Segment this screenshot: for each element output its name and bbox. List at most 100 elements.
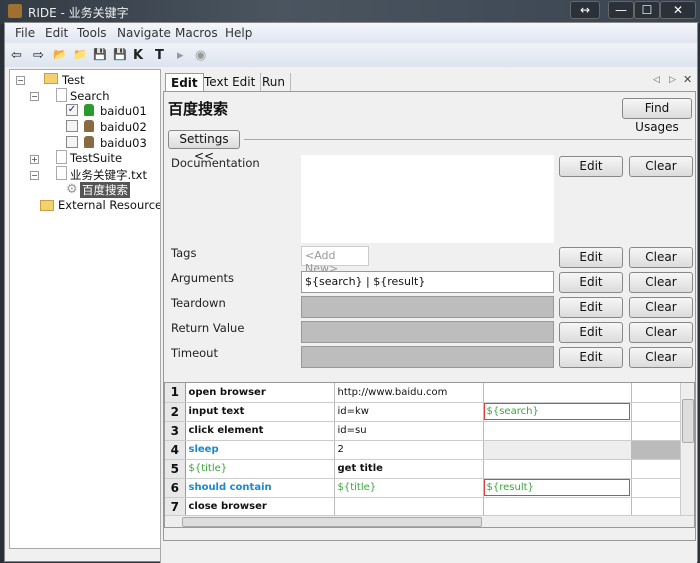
- grid-row: 3 click element id=su: [165, 421, 682, 441]
- expand-icon[interactable]: +: [30, 155, 39, 164]
- timeout-edit-button[interactable]: Edit: [559, 347, 623, 368]
- run-icon[interactable]: ▸: [177, 48, 184, 63]
- tab-close-icon[interactable]: ✕: [683, 73, 692, 86]
- timeout-clear-button[interactable]: Clear: [629, 347, 693, 368]
- tags-edit-button[interactable]: Edit: [559, 247, 623, 268]
- grid-cell[interactable]: get title: [334, 459, 484, 479]
- scrollbar-thumb[interactable]: [682, 399, 694, 443]
- grid-cell[interactable]: [631, 478, 682, 498]
- tree-node-test[interactable]: Test: [62, 73, 85, 87]
- grid-cell[interactable]: ${title}: [185, 459, 335, 479]
- minimize-button[interactable]: —: [608, 1, 634, 19]
- menu-macros[interactable]: Macros: [175, 26, 218, 40]
- timeout-field[interactable]: [301, 346, 554, 368]
- return-value-label: Return Value: [171, 321, 245, 335]
- gear-icon: ⚙: [66, 182, 78, 197]
- grid-cell[interactable]: [631, 383, 682, 403]
- grid-cell[interactable]: [483, 421, 632, 441]
- return-value-field[interactable]: [301, 321, 554, 343]
- menu-tools[interactable]: Tools: [77, 26, 107, 40]
- teardown-edit-button[interactable]: Edit: [559, 297, 623, 318]
- grid-cell[interactable]: [631, 497, 682, 517]
- tags-label: Tags: [171, 246, 197, 260]
- grid-cell[interactable]: [483, 497, 632, 517]
- arguments-field[interactable]: ${search} | ${result}: [301, 271, 554, 293]
- open-folder-icon[interactable]: 📂: [53, 48, 67, 61]
- vertical-scrollbar[interactable]: [680, 383, 694, 515]
- grid-cell[interactable]: close browser: [185, 497, 335, 517]
- settings-toggle-button[interactable]: Settings <<: [168, 130, 240, 163]
- grid-cell[interactable]: open browser: [185, 383, 335, 403]
- return-value-edit-button[interactable]: Edit: [559, 322, 623, 343]
- grid-cell[interactable]: [334, 497, 484, 517]
- grid-cell[interactable]: [631, 421, 682, 441]
- grid-cell[interactable]: 2: [334, 440, 484, 460]
- grid-cell[interactable]: http://www.baidu.com: [334, 383, 484, 403]
- tree-node-test-case[interactable]: baidu03: [100, 136, 147, 150]
- tab-text-edit[interactable]: Text Edit: [199, 73, 262, 91]
- back-icon[interactable]: ⇦: [11, 48, 22, 63]
- tab-run[interactable]: Run: [257, 73, 292, 91]
- save-icon[interactable]: 💾: [93, 48, 107, 61]
- grid-cell[interactable]: [483, 440, 632, 460]
- tab-left-icon[interactable]: ◁: [653, 75, 660, 85]
- maximize-button[interactable]: ☐: [634, 1, 660, 19]
- grid-cell[interactable]: sleep: [185, 440, 335, 460]
- grid-cell[interactable]: should contain: [185, 478, 335, 498]
- tags-clear-button[interactable]: Clear: [629, 247, 693, 268]
- teardown-clear-button[interactable]: Clear: [629, 297, 693, 318]
- scrollbar-thumb[interactable]: [182, 517, 482, 527]
- tree-node-resource[interactable]: 业务关键字.txt: [70, 167, 147, 183]
- grid-cell[interactable]: [483, 459, 632, 479]
- collapse-icon[interactable]: −: [30, 92, 39, 101]
- test-checkbox[interactable]: [66, 136, 78, 148]
- test-checkbox[interactable]: ✓: [66, 104, 78, 116]
- tags-add-new[interactable]: <Add New>: [301, 246, 369, 275]
- menu-file[interactable]: File: [15, 26, 35, 40]
- find-usages-button[interactable]: Find Usages: [622, 98, 692, 134]
- tree-node-search[interactable]: Search: [70, 89, 110, 103]
- tab-edit[interactable]: Edit: [165, 73, 204, 91]
- tree-node-test-case[interactable]: baidu02: [100, 120, 147, 134]
- documentation-field[interactable]: [301, 155, 554, 243]
- documentation-clear-button[interactable]: Clear: [629, 156, 693, 177]
- grid-cell[interactable]: input text: [185, 402, 335, 422]
- tree-node-external-resources[interactable]: External Resources: [58, 198, 168, 212]
- teardown-field[interactable]: [301, 296, 554, 318]
- grid-cell[interactable]: id=kw: [334, 402, 484, 422]
- tree-node-testsuite[interactable]: TestSuite: [70, 151, 122, 165]
- search-tests-icon[interactable]: T: [155, 48, 164, 63]
- open-directory-icon[interactable]: 📁: [73, 48, 87, 61]
- tree-node-test-case[interactable]: baidu01: [100, 104, 147, 118]
- documentation-edit-button[interactable]: Edit: [559, 156, 623, 177]
- forward-icon[interactable]: ⇨: [33, 48, 44, 63]
- save-all-icon[interactable]: 💾: [113, 48, 127, 61]
- menu-navigate[interactable]: Navigate: [117, 26, 171, 40]
- stop-icon[interactable]: ◉: [195, 48, 206, 63]
- arguments-edit-button[interactable]: Edit: [559, 272, 623, 293]
- test-checkbox[interactable]: [66, 120, 78, 132]
- grid-cell[interactable]: [631, 402, 682, 422]
- grid-cell[interactable]: ${title}: [334, 478, 484, 498]
- grid-row: 1 open browser http://www.baidu.com: [165, 383, 682, 403]
- tab-right-icon[interactable]: ▷: [669, 75, 676, 85]
- grid-cell[interactable]: [483, 383, 632, 403]
- close-button[interactable]: ✕: [660, 1, 696, 19]
- grid-cell[interactable]: ${search}: [483, 402, 632, 422]
- grid-cell[interactable]: [631, 459, 682, 479]
- keyword-editor: 百度搜索 Find Usages Settings << Documentati…: [163, 91, 696, 541]
- horizontal-scrollbar[interactable]: [165, 515, 694, 527]
- collapse-icon[interactable]: −: [16, 76, 25, 85]
- grid-cell[interactable]: [631, 440, 682, 460]
- search-keywords-icon[interactable]: K: [133, 48, 143, 63]
- menu-edit[interactable]: Edit: [45, 26, 68, 40]
- menu-help[interactable]: Help: [225, 26, 252, 40]
- grid-cell[interactable]: ${result}: [483, 478, 632, 498]
- tree-node-keyword[interactable]: 百度搜索: [80, 182, 130, 198]
- collapse-icon[interactable]: −: [30, 171, 39, 180]
- resize-button[interactable]: ↔: [570, 1, 600, 19]
- arguments-clear-button[interactable]: Clear: [629, 272, 693, 293]
- grid-cell[interactable]: id=su: [334, 421, 484, 441]
- grid-cell[interactable]: click element: [185, 421, 335, 441]
- return-value-clear-button[interactable]: Clear: [629, 322, 693, 343]
